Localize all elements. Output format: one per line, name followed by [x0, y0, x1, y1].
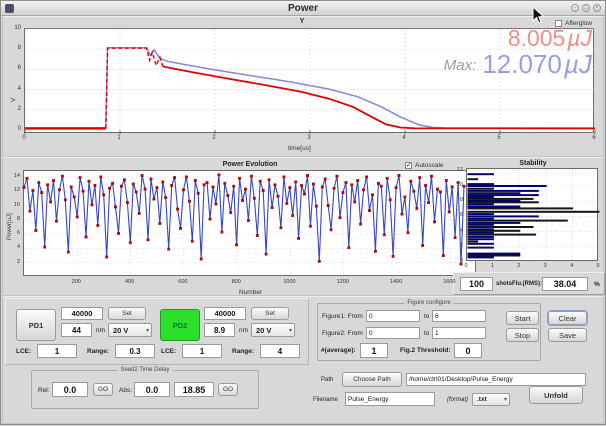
rms-input[interactable]: 38.04 — [542, 277, 588, 291]
autoscale-checkbox[interactable]: ✓ — [405, 162, 412, 169]
top-plot-xlabel: time[us] — [288, 145, 311, 152]
pd2-set-button[interactable]: Set — [251, 307, 289, 320]
to1-label: to — [424, 313, 429, 320]
stability-plot-svg — [467, 169, 599, 262]
evolution-plot-axes[interactable] — [23, 170, 476, 276]
evolution-ylabel: Power[uJ] — [7, 213, 13, 240]
pd1-freq-input[interactable]: 40000 — [61, 307, 103, 320]
rms-label: Flu.(RMS): — [512, 281, 542, 287]
autoscale-label: Autoscale — [415, 162, 444, 169]
format-label: (format) — [447, 397, 468, 403]
pd2-freq-input[interactable]: 40000 — [204, 307, 246, 320]
pd2-button[interactable]: PD2 — [160, 309, 200, 341]
top-plot-title: Y — [300, 18, 305, 25]
pd2-wl-input[interactable]: 8.9 — [204, 323, 235, 337]
choose-path-button[interactable]: Choose Path — [342, 372, 402, 387]
stability-row-panel: 100 shots Flu.(RMS): 38.04 % — [453, 272, 605, 295]
minimize-icon[interactable]: − — [571, 4, 579, 12]
afterglow-checkbox[interactable] — [555, 20, 562, 27]
seed-delay-group: Seed2 Time Delay Rel: 0.0 GO Abs: 0.0 18… — [31, 370, 259, 409]
fig1-to-input[interactable]: 6 — [432, 310, 486, 322]
pd1-lce-input[interactable]: 1 — [37, 344, 77, 358]
pd1-set-button[interactable]: Set — [108, 307, 146, 320]
path-label: Path — [321, 377, 333, 383]
afterglow-label: Afterglow — [565, 20, 592, 27]
threshold-input[interactable]: 0 — [454, 343, 482, 358]
titlebar: Power − □ × — [1, 1, 605, 16]
stability-title: Stability — [519, 160, 546, 167]
pd1-lce-label: LCE: — [16, 348, 31, 355]
maximize-icon[interactable]: □ — [582, 4, 590, 12]
close-icon[interactable]: × — [593, 4, 601, 12]
threshold-label: Fig.2 Threshold: — [400, 347, 451, 354]
shots-input[interactable]: 100 — [460, 277, 493, 291]
app-icon — [5, 4, 14, 13]
chevron-down-icon: ▾ — [146, 327, 149, 334]
pd2-lce-input[interactable]: 1 — [182, 344, 222, 358]
format-select[interactable]: .txt▾ — [472, 393, 510, 406]
pd1-nm-label: nm — [96, 327, 105, 334]
abs-input[interactable]: 0.0 — [134, 382, 170, 397]
pd2-voltage-select[interactable]: 20 V▾ — [251, 323, 295, 337]
rel-input[interactable]: 0.0 — [52, 382, 88, 397]
filename-label: Filename — [313, 397, 338, 403]
pd2-range-input[interactable]: 4 — [260, 344, 300, 358]
clear-button[interactable]: Clear — [548, 311, 587, 325]
stop-button[interactable]: Stop — [506, 328, 539, 342]
filename-input[interactable]: Pulse_Energy — [345, 392, 435, 406]
app-window: Power − □ × Y Afterglow V time[us] 8.005… — [0, 0, 606, 425]
abs-label: Abs: — [119, 387, 132, 394]
top-plot-ylabel: V — [10, 98, 17, 102]
top-plot-axes[interactable] — [24, 28, 594, 133]
abs-go-button[interactable]: GO — [218, 383, 238, 396]
chevron-down-icon: ▾ — [504, 396, 507, 403]
rel-label: Rel: — [38, 387, 50, 394]
figure-configure-title: Figure configure — [404, 300, 453, 306]
pd1-voltage-select[interactable]: 20 V▾ — [108, 323, 152, 337]
pd2-nm-label: nm — [239, 327, 248, 334]
chevron-down-icon: ▾ — [289, 327, 292, 334]
unfold-button[interactable]: Unfold — [529, 386, 583, 404]
evolution-plot-svg — [24, 171, 477, 277]
average-label: #(average): — [321, 347, 356, 354]
stability-plot-axes[interactable] — [466, 168, 598, 261]
shots-label: shots — [496, 281, 512, 287]
pd2-lce-label: LCE: — [161, 348, 176, 355]
window-title: Power — [288, 3, 318, 14]
fig1-from-input[interactable]: 0 — [366, 310, 420, 322]
pd1-range-input[interactable]: 0.3 — [115, 344, 155, 358]
fig2-from-input[interactable]: 0 — [366, 327, 420, 339]
pd-panel: PD1 40000 Set 44 nm 20 V▾ PD2 40000 Set … — [5, 298, 309, 365]
pd2-range-label: Range: — [232, 348, 254, 355]
percent-label: % — [594, 281, 600, 288]
pd1-wl-input[interactable]: 44 — [61, 323, 92, 337]
average-input[interactable]: 1 — [360, 343, 388, 358]
pd1-button[interactable]: PD1 — [16, 309, 56, 341]
evolution-title: Power Evolution — [223, 161, 278, 168]
top-plot-svg — [25, 29, 595, 134]
fig2-to-input[interactable]: 1 — [432, 327, 486, 339]
abs2-input[interactable]: 18.85 — [174, 382, 214, 397]
start-button[interactable]: Start — [506, 311, 539, 325]
path-input[interactable]: /home/ctrl01/Desktop/Pulse_Energy — [406, 373, 586, 386]
save-button[interactable]: Save — [548, 328, 587, 342]
fig1-label: Figure1: From — [322, 313, 363, 320]
seed-delay-title: Seed2 Time Delay — [117, 367, 172, 373]
fig2-label: Figure2: From — [322, 330, 363, 337]
rel-go-button[interactable]: GO — [93, 383, 113, 396]
evolution-xlabel: Number — [239, 289, 262, 296]
to2-label: to — [424, 330, 429, 337]
pd1-range-label: Range: — [87, 348, 109, 355]
